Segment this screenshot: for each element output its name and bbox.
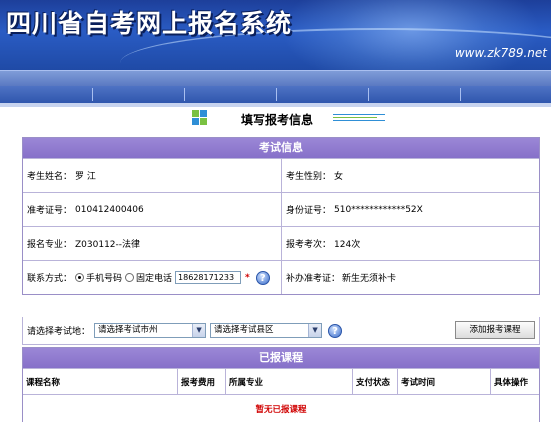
major-label: 报名专业： xyxy=(27,240,73,250)
page-title: 填写报考信息 xyxy=(241,113,314,127)
count-label: 报考考次： xyxy=(286,240,332,250)
location-label: 请选择考试地： xyxy=(27,327,91,337)
nav-separator xyxy=(92,88,93,101)
reissue-label: 补办准考证： xyxy=(286,274,341,284)
nav-separator xyxy=(368,88,369,101)
exam-info-row: 考生姓名： 罗 江 考生性别： 女 xyxy=(23,158,539,192)
nav-strip-top xyxy=(0,70,551,86)
form-logo-icon xyxy=(191,109,209,127)
contact-label: 联系方式： xyxy=(27,274,73,284)
id-value: 510************52X xyxy=(334,204,423,215)
city-select[interactable]: 请选择考试市州 ▼ xyxy=(94,323,207,338)
chevron-down-icon[interactable]: ▼ xyxy=(308,324,322,337)
major-value: Z030112--法律 xyxy=(75,240,141,250)
header-banner: 四川省自考网上报名系统 www.zk789.net xyxy=(0,0,551,70)
ticket-cell: 准考证号： 010412400406 xyxy=(23,193,282,226)
landline-radio[interactable] xyxy=(125,273,135,282)
exam-info-row: 联系方式： 手机号码 固定电话 18628171233 * ? 补办准考证： 新… xyxy=(23,260,539,294)
column-header: 所属专业 xyxy=(226,369,353,394)
column-header: 支付状态 xyxy=(353,369,398,394)
major-cell: 报名专业： Z030112--法律 xyxy=(23,227,282,260)
registered-courses-header: 已报课程 xyxy=(23,348,539,368)
phone-input[interactable]: 18628171233 xyxy=(175,271,242,284)
city-select-value: 请选择考试市州 xyxy=(98,325,158,335)
help-icon[interactable]: ? xyxy=(328,323,343,338)
column-header: 课程名称 xyxy=(23,369,178,394)
count-cell: 报考考次： 124次 xyxy=(282,227,539,260)
empty-courses-message: 暂无已报课程 xyxy=(23,394,539,422)
required-mark: * xyxy=(245,272,250,283)
nav-strip xyxy=(0,86,551,103)
ticket-label: 准考证号： xyxy=(27,206,73,216)
nav-separator xyxy=(460,88,461,101)
exam-info-row: 准考证号： 010412400406 身份证号： 510************… xyxy=(23,192,539,226)
site-title: 四川省自考网上报名系统 xyxy=(6,9,293,38)
help-icon[interactable]: ? xyxy=(255,270,270,285)
exam-info-header: 考试信息 xyxy=(23,138,539,158)
add-course-button[interactable]: 添加报考课程 xyxy=(455,321,535,339)
id-label: 身份证号： xyxy=(286,206,332,216)
gender-label: 考生性别： xyxy=(286,172,332,182)
contact-cell: 联系方式： 手机号码 固定电话 18628171233 * ? xyxy=(23,261,282,294)
chevron-down-icon[interactable]: ▼ xyxy=(192,324,206,337)
exam-info-row: 报名专业： Z030112--法律 报考考次： 124次 xyxy=(23,226,539,260)
registered-courses-panel: 已报课程 课程名称 报考费用 所属专业 支付状态 考试时间 具体操作 暂无已报课… xyxy=(22,347,540,422)
gender-cell: 考生性别： 女 xyxy=(282,159,539,192)
name-value: 罗 江 xyxy=(75,172,96,182)
title-decoration xyxy=(333,112,385,124)
name-label: 考生姓名： xyxy=(27,172,73,182)
count-value: 124次 xyxy=(334,240,361,250)
gender-value: 女 xyxy=(334,172,344,182)
county-select-value: 请选择考试县区 xyxy=(214,325,274,335)
county-select[interactable]: 请选择考试县区 ▼ xyxy=(210,323,323,338)
reissue-value: 新生无须补卡 xyxy=(342,274,397,284)
landline-label[interactable]: 固定电话 xyxy=(136,271,172,284)
mobile-label[interactable]: 手机号码 xyxy=(86,271,122,284)
mobile-radio[interactable] xyxy=(75,273,85,282)
courses-table-header: 课程名称 报考费用 所属专业 支付状态 考试时间 具体操作 xyxy=(23,368,539,394)
id-cell: 身份证号： 510************52X xyxy=(282,193,539,226)
nav-separator xyxy=(276,88,277,101)
reissue-cell: 补办准考证： 新生无须补卡 xyxy=(282,261,539,294)
column-header: 报考费用 xyxy=(178,369,226,394)
column-header: 考试时间 xyxy=(398,369,491,394)
page-heading: 填写报考信息 xyxy=(0,107,551,137)
ticket-value: 010412400406 xyxy=(75,204,144,215)
name-cell: 考生姓名： 罗 江 xyxy=(23,159,282,192)
column-header: 具体操作 xyxy=(494,377,529,388)
exam-location-row: 请选择考试地： 请选择考试市州 ▼ 请选择考试县区 ▼ ? 添加报考课程 xyxy=(22,317,540,345)
exam-info-panel: 考试信息 考生姓名： 罗 江 考生性别： 女 准考证号： 01041240040… xyxy=(22,137,540,295)
site-url: www.zk789.net xyxy=(454,46,547,60)
nav-separator xyxy=(184,88,185,101)
